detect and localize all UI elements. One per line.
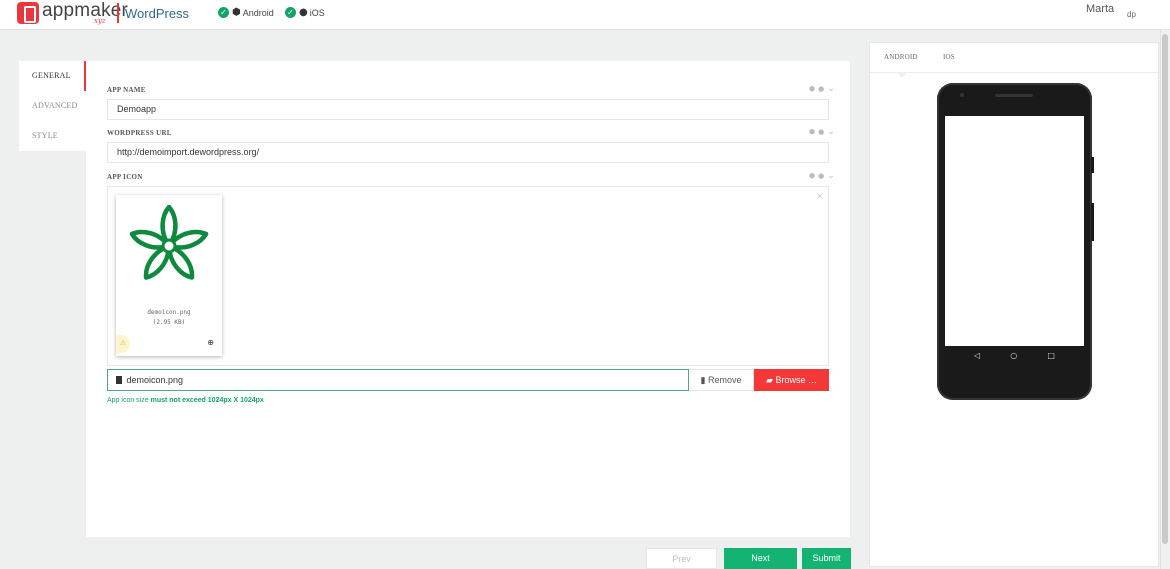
trash-icon: ▮ bbox=[700, 375, 706, 385]
recents-icon: □ bbox=[1047, 350, 1055, 360]
brand-divider bbox=[117, 3, 119, 23]
status-android-label: Android bbox=[242, 7, 274, 18]
submit-button[interactable]: Submit bbox=[802, 548, 851, 569]
check-circle-icon: ✓ bbox=[218, 7, 229, 18]
warning-icon: ⚠ bbox=[116, 335, 130, 353]
chevron-down-icon[interactable]: ⌄ bbox=[827, 84, 835, 94]
icon-dropzone[interactable]: × demoicon.png (2.95 KB) ⚠ ⊕ bbox=[107, 186, 829, 366]
phone-speaker bbox=[995, 94, 1033, 97]
app-name-input[interactable]: Demoapp bbox=[107, 99, 829, 120]
folder-open-icon: ▰ bbox=[766, 375, 773, 385]
back-icon: ◁ bbox=[974, 350, 981, 360]
app-name-platform-tools: ⬢ ● ⌄ bbox=[809, 84, 835, 94]
apple-icon: ● bbox=[818, 85, 825, 93]
android-icon: ⬢ bbox=[809, 128, 816, 136]
form-panel: APP NAME ⬢ ● ⌄ Demoapp WORDPRESS URL ⬢ ●… bbox=[86, 61, 850, 537]
remove-button-label: Remove bbox=[707, 375, 742, 385]
brand-suffix: xyz bbox=[94, 17, 106, 25]
scrollbar-thumb[interactable] bbox=[1162, 34, 1168, 544]
close-icon[interactable]: × bbox=[816, 191, 824, 202]
app-icon-label: APP ICON bbox=[107, 173, 143, 181]
icon-size-hint-limit: must not exceed 1024px X 1024px bbox=[150, 397, 264, 404]
device-preview-panel: ANDROID IOS ◁ ○ □ bbox=[869, 42, 1160, 567]
preview-tab-android[interactable]: ANDROID bbox=[884, 53, 918, 61]
top-bar: appmaker xyz WordPress ✓ ⬢ Android ✓ ● i… bbox=[0, 0, 1170, 30]
phone-frame: ◁ ○ □ bbox=[937, 83, 1094, 400]
phone-volume-button bbox=[1091, 203, 1094, 241]
phone-power-button bbox=[1091, 157, 1094, 173]
tab-general[interactable]: GENERAL bbox=[19, 61, 86, 91]
prev-button[interactable]: Prev bbox=[646, 548, 717, 569]
tab-style[interactable]: STYLE bbox=[19, 121, 86, 151]
status-ios-label: iOS bbox=[309, 7, 325, 18]
appmaker-logo-icon bbox=[17, 2, 39, 24]
chevron-down-icon[interactable]: ⌄ bbox=[827, 171, 835, 181]
status-android: ✓ ⬢ Android bbox=[218, 7, 274, 18]
phone-screen bbox=[945, 116, 1084, 346]
check-circle-icon: ✓ bbox=[285, 7, 296, 18]
file-caption-field[interactable]: demoicon.png bbox=[107, 369, 689, 391]
apple-icon: ● bbox=[818, 172, 825, 180]
remove-button[interactable]: ▮ Remove bbox=[689, 369, 754, 391]
wordpress-url-input[interactable]: http://demoimport.dewordpress.org/ bbox=[107, 142, 829, 163]
browse-button[interactable]: ▰ Browse … bbox=[754, 369, 829, 391]
settings-tabs: GENERAL ADVANCED STYLE bbox=[19, 61, 86, 151]
user-initials[interactable]: dp bbox=[1127, 10, 1136, 19]
wordpress-url-label: WORDPRESS URL bbox=[107, 129, 172, 137]
wordpress-url-platform-tools: ⬢ ● ⌄ bbox=[809, 127, 835, 137]
apple-icon: ● bbox=[818, 128, 825, 136]
phone-camera bbox=[960, 93, 964, 97]
android-icon: ⬢ bbox=[809, 172, 816, 180]
icon-size-hint: App icon size must not exceed 1024px X 1… bbox=[107, 397, 264, 404]
browse-button-label: Browse … bbox=[775, 375, 817, 385]
flower-logo-image bbox=[129, 204, 209, 280]
status-ios: ✓ ● iOS bbox=[285, 7, 325, 18]
tab-advanced[interactable]: ADVANCED bbox=[19, 91, 86, 121]
home-icon: ○ bbox=[1010, 350, 1018, 360]
phone-nav-bar: ◁ ○ □ bbox=[937, 346, 1092, 364]
active-tab-caret bbox=[896, 72, 908, 78]
icon-file-size: (2.95 KB) bbox=[152, 319, 186, 326]
android-icon: ⬢ bbox=[809, 85, 816, 93]
icon-preview-card: demoicon.png (2.95 KB) ⚠ ⊕ bbox=[116, 195, 222, 356]
file-input-group: demoicon.png ▮ Remove ▰ Browse … bbox=[107, 369, 829, 391]
app-name-label: APP NAME bbox=[107, 86, 146, 94]
preview-tabs-divider bbox=[870, 72, 1160, 73]
user-name[interactable]: Marta bbox=[1086, 3, 1114, 15]
app-icon-platform-tools: ⬢ ● ⌄ bbox=[809, 171, 835, 181]
zoom-icon[interactable]: ⊕ bbox=[207, 338, 214, 347]
brand-name: appmaker bbox=[42, 0, 129, 21]
preview-tab-ios[interactable]: IOS bbox=[943, 53, 955, 61]
icon-file-name: demoicon.png bbox=[147, 309, 191, 316]
file-icon bbox=[116, 376, 122, 384]
platform-name: WordPress bbox=[125, 6, 190, 21]
apple-icon: ● bbox=[299, 7, 308, 18]
icon-size-hint-prefix: App icon size bbox=[107, 397, 151, 404]
android-icon: ⬢ bbox=[232, 7, 241, 18]
chevron-down-icon[interactable]: ⌄ bbox=[827, 127, 835, 137]
next-button[interactable]: Next bbox=[724, 548, 797, 569]
file-caption-text: demoicon.png bbox=[126, 375, 184, 385]
